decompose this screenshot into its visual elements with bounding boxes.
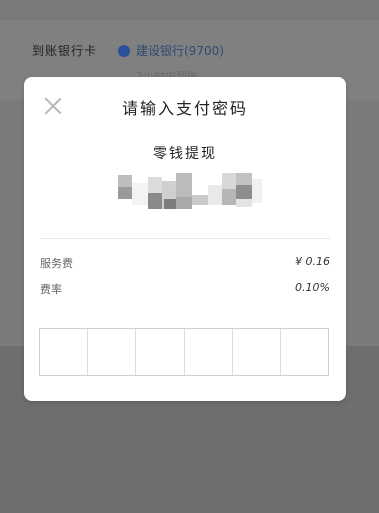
dialog-subtitle: 零钱提现 xyxy=(153,146,217,162)
fee-value: ¥ 0.16 xyxy=(295,255,330,268)
rate-value: 0.10% xyxy=(295,281,330,294)
rate-label: 费率 xyxy=(40,283,62,296)
top-bar xyxy=(0,0,379,20)
password-digit-box[interactable] xyxy=(185,329,233,375)
password-input[interactable] xyxy=(39,328,329,376)
rate-row: 费率 0.10% xyxy=(40,281,330,297)
fee-row: 服务费 ¥ 0.16 xyxy=(40,255,330,271)
amount-pixelated xyxy=(116,173,266,213)
password-digit-box[interactable] xyxy=(233,329,281,375)
password-digit-box[interactable] xyxy=(136,329,185,375)
divider xyxy=(40,238,330,239)
fee-label: 服务费 xyxy=(40,257,73,270)
password-digit-box[interactable] xyxy=(281,329,328,375)
bank-selector[interactable]: 建设银行(9700) xyxy=(118,42,224,59)
bank-logo-icon xyxy=(118,45,130,57)
arrive-card-label: 到账银行卡 xyxy=(32,44,98,58)
password-digit-box[interactable] xyxy=(40,329,89,375)
payment-password-dialog: 请输入支付密码 零钱提现 服务费 ¥ 0.16 费率 0.10% xyxy=(24,77,346,401)
dialog-title: 请输入支付密码 xyxy=(121,99,248,118)
password-digit-box[interactable] xyxy=(88,329,137,375)
bank-name: 建设银行(9700) xyxy=(136,44,224,58)
